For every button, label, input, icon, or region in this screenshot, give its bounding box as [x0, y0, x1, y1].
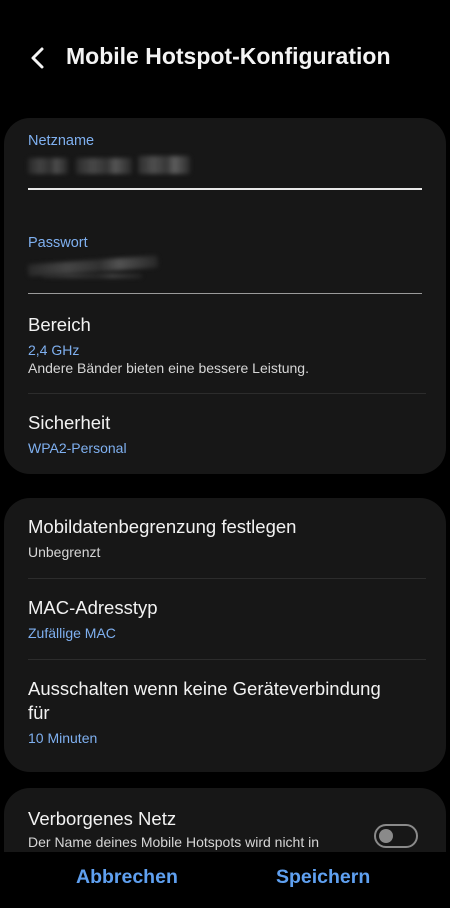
data-limit-row[interactable]: Mobildatenbegrenzung festlegen Unbegrenz…	[4, 498, 446, 578]
page-title: Mobile Hotspot-Konfiguration	[66, 43, 391, 69]
band-description: Andere Bänder bieten eine bessere Leistu…	[28, 360, 309, 376]
auto-off-timeout-title-line2: für	[28, 702, 50, 723]
auto-off-timeout-title-line1: Ausschalten wenn keine Geräteverbindung	[28, 678, 381, 699]
hidden-network-row[interactable]: Verborgenes Netz Der Name deines Mobile …	[4, 788, 446, 852]
cancel-button[interactable]: Abbrechen	[76, 866, 178, 889]
data-limit-value: Unbegrenzt	[28, 544, 101, 560]
toggle-knob	[379, 829, 393, 843]
security-title: Sicherheit	[28, 412, 111, 433]
advanced-settings-card: Mobildatenbegrenzung festlegen Unbegrenz…	[4, 498, 446, 772]
hotspot-config-screen: Mobile Hotspot-Konfiguration Netzname Pa…	[0, 0, 450, 908]
chevron-left-icon	[31, 47, 44, 69]
hidden-network-description: Der Name deines Mobile Hotspots wird nic…	[28, 834, 320, 850]
network-name-label: Netzname	[28, 133, 95, 149]
data-limit-title: Mobildatenbegrenzung festlegen	[28, 516, 297, 537]
back-button[interactable]	[22, 42, 54, 74]
security-row[interactable]: Sicherheit WPA2-Personal	[4, 394, 446, 474]
network-name-field[interactable]: Netzname	[4, 118, 446, 196]
password-redacted-value	[27, 254, 178, 280]
security-value: WPA2-Personal	[28, 440, 127, 456]
mac-address-type-row[interactable]: MAC-Adresstyp Zufällige MAC	[4, 579, 446, 659]
band-row[interactable]: Bereich 2,4 GHz Andere Bänder bieten ein…	[4, 304, 446, 392]
mac-address-type-title: MAC-Adresstyp	[28, 597, 158, 618]
password-label: Passwort	[28, 235, 88, 251]
hidden-network-toggle[interactable]	[374, 824, 418, 848]
mac-address-type-value: Zufällige MAC	[28, 625, 116, 641]
auto-off-timeout-row[interactable]: Ausschalten wenn keine Geräteverbindung …	[4, 660, 446, 772]
header: Mobile Hotspot-Konfiguration	[0, 34, 450, 82]
network-settings-card: Netzname Passwort Bereich 2,4 GHz Andere…	[4, 118, 446, 474]
bottom-action-bar: Abbrechen Speichern	[0, 852, 450, 908]
password-underline	[28, 293, 422, 294]
hidden-network-title: Verborgenes Netz	[28, 808, 177, 829]
hidden-network-card: Verborgenes Netz Der Name deines Mobile …	[4, 788, 446, 852]
password-field[interactable]: Passwort	[4, 220, 446, 298]
network-name-underline	[28, 188, 422, 190]
band-title: Bereich	[28, 314, 91, 335]
band-value: 2,4 GHz	[28, 342, 80, 358]
save-button[interactable]: Speichern	[276, 866, 370, 889]
network-name-redacted-value	[28, 154, 228, 180]
auto-off-timeout-value: 10 Minuten	[28, 730, 98, 746]
